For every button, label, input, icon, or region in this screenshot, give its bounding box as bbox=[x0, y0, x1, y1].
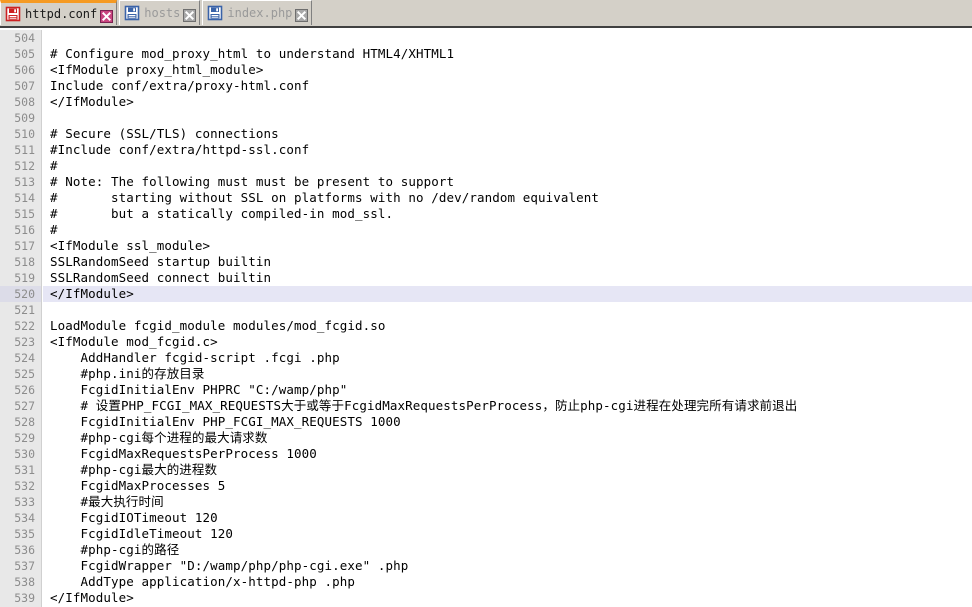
code-line[interactable]: </IfModule> bbox=[43, 590, 972, 606]
tab-hosts[interactable]: hosts bbox=[119, 0, 201, 25]
line-number: 507 bbox=[14, 79, 35, 93]
code-line[interactable]: # Secure (SSL/TLS) connections bbox=[43, 126, 972, 142]
line-number: 512 bbox=[14, 159, 35, 173]
code-line[interactable]: #Include conf/extra/httpd-ssl.conf bbox=[43, 142, 972, 158]
line-number: 521 bbox=[14, 303, 35, 317]
line-number: 519 bbox=[14, 271, 35, 285]
tab-bar: httpd.conf hosts index.php bbox=[0, 0, 972, 28]
code-line[interactable]: # Note: The following must must be prese… bbox=[43, 174, 972, 190]
line-number: 534 bbox=[14, 511, 35, 525]
code-line[interactable]: #php-cgi的路径 bbox=[43, 542, 972, 558]
tab-label: httpd.conf bbox=[25, 7, 98, 21]
line-number: 530 bbox=[14, 447, 35, 461]
line-number: 529 bbox=[14, 431, 35, 445]
code-line[interactable]: <IfModule proxy_html_module> bbox=[43, 62, 972, 78]
line-number: 538 bbox=[14, 575, 35, 589]
line-number: 511 bbox=[14, 143, 35, 157]
line-number: 504 bbox=[14, 31, 35, 45]
code-line[interactable]: #php-cgi每个进程的最大请求数 bbox=[43, 430, 972, 446]
code-line[interactable]: LoadModule fcgid_module modules/mod_fcgi… bbox=[43, 318, 972, 334]
line-number: 524 bbox=[14, 351, 35, 365]
line-number: 522 bbox=[14, 319, 35, 333]
code-line[interactable]: <IfModule mod_fcgid.c> bbox=[43, 334, 972, 350]
line-number-gutter: 504 505 506 507 508 509 510 511 512 513 514 515 516 5… bbox=[0, 30, 42, 607]
line-number: 535 bbox=[14, 527, 35, 541]
code-line[interactable]: </IfModule> bbox=[43, 94, 972, 110]
code-line[interactable]: # 设置PHP_FCGI_MAX_REQUESTS大于或等于FcgidMaxRe… bbox=[43, 398, 972, 414]
code-line[interactable]: Include conf/extra/proxy-html.conf bbox=[43, 78, 972, 94]
line-number: 517 bbox=[14, 239, 35, 253]
code-line[interactable]: FcgidMaxRequestsPerProcess 1000 bbox=[43, 446, 972, 462]
line-number: 515 bbox=[14, 207, 35, 221]
floppy-disk-icon bbox=[124, 5, 140, 21]
tab-httpd-conf[interactable]: httpd.conf bbox=[0, 0, 118, 25]
code-line[interactable]: </IfModule> bbox=[43, 286, 972, 302]
line-number: 506 bbox=[14, 63, 35, 77]
code-line[interactable]: FcgidIdleTimeout 120 bbox=[43, 526, 972, 542]
code-line[interactable]: SSLRandomSeed connect builtin bbox=[43, 270, 972, 286]
tab-label: index.php bbox=[227, 6, 293, 20]
floppy-disk-icon bbox=[207, 5, 223, 21]
line-number: 516 bbox=[14, 223, 35, 237]
code-text-area[interactable]: # Configure mod_proxy_html to understand… bbox=[43, 30, 972, 607]
code-line[interactable]: AddType application/x-httpd-php .php bbox=[43, 574, 972, 590]
line-number: 528 bbox=[14, 415, 35, 429]
line-number: 514 bbox=[14, 191, 35, 205]
line-number: 532 bbox=[14, 479, 35, 493]
line-number: 539 bbox=[14, 591, 35, 605]
line-number: 518 bbox=[14, 255, 35, 269]
line-number: 509 bbox=[14, 111, 35, 125]
code-line[interactable]: FcgidInitialEnv PHPRC "C:/wamp/php" bbox=[43, 382, 972, 398]
code-line[interactable]: <IfModule ssl_module> bbox=[43, 238, 972, 254]
code-line[interactable]: # but a statically compiled-in mod_ssl. bbox=[43, 206, 972, 222]
close-icon[interactable] bbox=[100, 8, 114, 23]
code-line[interactable] bbox=[43, 30, 972, 46]
editor-area[interactable]: 504 505 506 507 508 509 510 511 512 513 514 515 516 5… bbox=[0, 30, 972, 607]
code-line[interactable]: #最大执行时间 bbox=[43, 494, 972, 510]
line-number: 510 bbox=[14, 127, 35, 141]
tab-label: hosts bbox=[144, 6, 181, 20]
close-icon[interactable] bbox=[183, 7, 197, 22]
line-number: 536 bbox=[14, 543, 35, 557]
code-line[interactable] bbox=[43, 302, 972, 318]
line-number: 520 bbox=[0, 286, 41, 302]
line-number: 527 bbox=[14, 399, 35, 413]
line-number: 531 bbox=[14, 463, 35, 477]
code-line[interactable]: # bbox=[43, 222, 972, 238]
line-number: 533 bbox=[14, 495, 35, 509]
code-line[interactable]: #php.ini的存放目录 bbox=[43, 366, 972, 382]
code-line[interactable] bbox=[43, 110, 972, 126]
code-line[interactable]: FcgidIOTimeout 120 bbox=[43, 510, 972, 526]
code-line[interactable]: # starting without SSL on platforms with… bbox=[43, 190, 972, 206]
code-line[interactable]: FcgidMaxProcesses 5 bbox=[43, 478, 972, 494]
code-line[interactable]: FcgidWrapper "D:/wamp/php/php-cgi.exe" .… bbox=[43, 558, 972, 574]
line-number: 525 bbox=[14, 367, 35, 381]
line-number: 513 bbox=[14, 175, 35, 189]
code-line[interactable]: # Configure mod_proxy_html to understand… bbox=[43, 46, 972, 62]
code-line[interactable]: # bbox=[43, 158, 972, 174]
code-line[interactable]: FcgidInitialEnv PHP_FCGI_MAX_REQUESTS 10… bbox=[43, 414, 972, 430]
floppy-disk-icon bbox=[5, 6, 21, 22]
line-number: 537 bbox=[14, 559, 35, 573]
line-number: 505 bbox=[14, 47, 35, 61]
line-number: 523 bbox=[14, 335, 35, 349]
close-icon[interactable] bbox=[295, 7, 309, 22]
line-number: 526 bbox=[14, 383, 35, 397]
code-line[interactable]: SSLRandomSeed startup builtin bbox=[43, 254, 972, 270]
code-line[interactable]: AddHandler fcgid-script .fcgi .php bbox=[43, 350, 972, 366]
line-number: 508 bbox=[14, 95, 35, 109]
code-line[interactable]: #php-cgi最大的进程数 bbox=[43, 462, 972, 478]
tab-index-php[interactable]: index.php bbox=[202, 0, 313, 25]
